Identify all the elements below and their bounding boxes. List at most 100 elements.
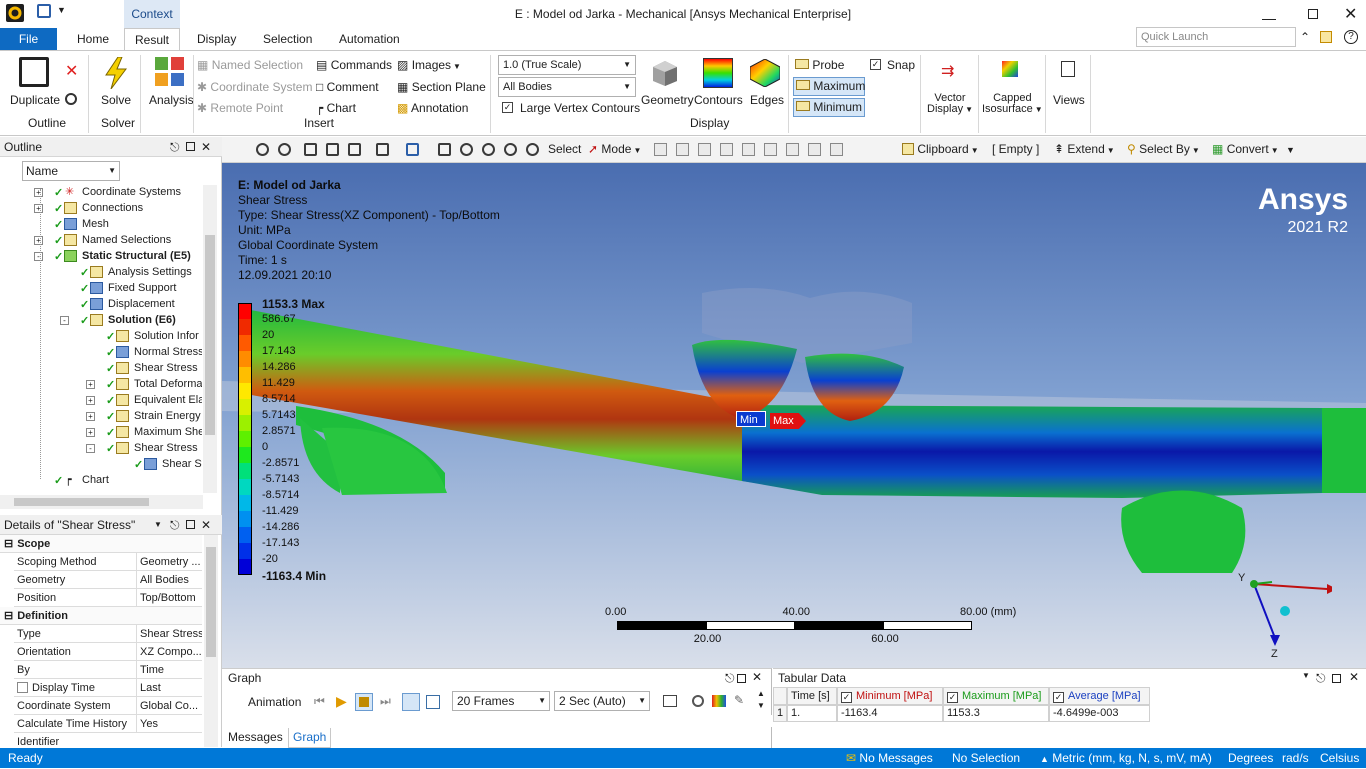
box-zoom-2-icon[interactable] (482, 143, 495, 156)
scale-select[interactable]: 1.0 (True Scale) ▼ (498, 55, 636, 75)
zoom-in-icon[interactable] (256, 143, 269, 156)
tab-result[interactable]: Result (124, 28, 180, 50)
status-angle[interactable]: Degrees (1228, 748, 1273, 768)
images-button[interactable]: ▨ Images ▼ (397, 58, 461, 72)
chart-button[interactable]: ┍ Chart (316, 101, 356, 115)
display-time-checkbox[interactable] (17, 682, 28, 693)
details-row[interactable]: By Time (14, 661, 202, 679)
details-row[interactable]: Coordinate System Global Co... (14, 697, 202, 715)
analysis-button[interactable]: Analysis (149, 93, 194, 107)
selection-filter-icon[interactable] (654, 143, 667, 156)
delete-icon[interactable]: ✕ (65, 61, 78, 81)
tree-item-label[interactable]: Shear Stress (134, 360, 202, 376)
tree-item-label[interactable]: Analysis Settings (108, 264, 202, 280)
details-maximize-icon[interactable] (186, 520, 195, 529)
tree-item-label[interactable]: Static Structural (E5) (82, 248, 202, 264)
details-row[interactable]: Calculate Time History Yes (14, 715, 202, 733)
tabular-cell[interactable]: -4.6499e-003 (1049, 705, 1150, 722)
zoom-graph-icon[interactable] (692, 695, 704, 707)
maximum-button[interactable]: Maximum (793, 77, 865, 96)
tab-file[interactable]: File (0, 28, 57, 50)
contours-icon[interactable] (703, 58, 733, 88)
definition-section[interactable]: ⊟ Definition (0, 607, 202, 625)
graph-scroll-down-icon[interactable]: ▼ (757, 701, 765, 710)
annotation-button[interactable]: ▩ Annotation (397, 101, 468, 115)
tree-item-label[interactable]: Solution (E6) (108, 312, 202, 328)
mode-button[interactable]: ➚ Mode ▼ (588, 138, 641, 160)
tree-expander-icon[interactable]: + (86, 380, 95, 389)
minimum-button[interactable]: Minimum (793, 98, 865, 117)
geometry-button[interactable]: Geometry (641, 93, 694, 107)
tree-item-label[interactable]: Named Selections (82, 232, 202, 248)
zoom-icon[interactable] (460, 143, 473, 156)
triad[interactable] (1232, 568, 1337, 658)
tabular-header-cell[interactable]: ✓ Maximum [MPa] (943, 687, 1049, 705)
status-rot[interactable]: rad/s (1282, 748, 1309, 768)
views-icon[interactable] (1061, 61, 1075, 77)
scope-section[interactable]: ⊟ Scope (0, 535, 202, 553)
tab-graph[interactable]: Graph (288, 728, 332, 748)
views-button[interactable]: Views (1053, 93, 1085, 107)
distributed-frames-button[interactable] (402, 693, 420, 711)
selection-filter-icon[interactable] (830, 143, 843, 156)
tab-messages[interactable]: Messages (228, 730, 283, 744)
tree-item-label[interactable]: Connections (82, 200, 202, 216)
solve-icon[interactable] (104, 56, 128, 90)
select-body-icon[interactable] (348, 143, 361, 156)
tree-expander-icon[interactable]: - (60, 316, 69, 325)
collapse-ribbon-icon[interactable]: ⌃ (1300, 30, 1310, 44)
selection-filter-icon[interactable] (764, 143, 777, 156)
tabular-header-cell[interactable]: ✓ Average [MPa] (1049, 687, 1150, 705)
graphics-viewport[interactable]: E: Model od Jarka Shear Stress Type: She… (222, 163, 1366, 668)
graph-pin-icon[interactable]: ⎋ (725, 671, 735, 686)
tree-expander-icon[interactable]: + (86, 428, 95, 437)
details-pin-icon[interactable]: ⎋ (170, 515, 180, 535)
commands-button[interactable]: ▤ Commands (316, 58, 392, 72)
tree-item-label[interactable]: Shear St (162, 456, 202, 472)
duration-select[interactable]: 2 Sec (Auto) ▼ (554, 691, 650, 711)
column-checkbox[interactable]: ✓ (841, 692, 852, 703)
graph-close-icon[interactable]: ✕ (752, 670, 762, 684)
tree-item-label[interactable]: Fixed Support (108, 280, 202, 296)
tabular-cell[interactable]: -1163.4 (837, 705, 943, 722)
status-units[interactable]: ▲ Metric (mm, kg, N, s, mV, mA) (1040, 748, 1212, 769)
convert-button[interactable]: ▦ Convert ▼ (1212, 138, 1279, 160)
feedback-icon[interactable] (1320, 31, 1332, 43)
close-panel-icon[interactable]: ✕ (201, 137, 211, 157)
tree-item-label[interactable]: Mesh (82, 216, 202, 232)
geometry-icon[interactable] (651, 59, 679, 87)
details-row[interactable]: Orientation XZ Compo... (14, 643, 202, 661)
capped-isosurface-button[interactable]: Capped Isosurface ▼ (982, 93, 1043, 115)
named-selection-button[interactable]: ▦ Named Selection (197, 58, 303, 72)
view-box-icon[interactable] (326, 143, 339, 156)
tree-item-label[interactable]: Maximum She (134, 424, 202, 440)
duplicate-button[interactable]: Duplicate (10, 93, 60, 107)
tree-item-label[interactable]: Coordinate Systems (82, 184, 202, 200)
selection-filter-icon[interactable] (742, 143, 755, 156)
chart-colors-icon[interactable] (712, 695, 726, 707)
selection-filter-icon[interactable] (720, 143, 733, 156)
tabular-maximize-icon[interactable] (1332, 674, 1341, 683)
details-row[interactable]: Scoping Method Geometry ... (14, 553, 202, 571)
select-button[interactable]: Select (548, 138, 581, 160)
minimize-button[interactable] (1262, 6, 1276, 20)
clipboard-button[interactable]: Clipboard ▼ (902, 138, 979, 160)
export-video-icon[interactable] (663, 695, 677, 707)
tree-expander-icon[interactable]: - (34, 252, 43, 261)
status-messages[interactable]: ✉ No Messages (846, 748, 933, 768)
last-frame-icon[interactable]: ⏭ (380, 694, 391, 709)
iso-view-icon[interactable] (304, 143, 317, 156)
details-scrollbar[interactable] (204, 535, 218, 747)
restore-button[interactable] (1308, 9, 1318, 19)
details-row[interactable]: Geometry All Bodies (14, 571, 202, 589)
tree-item-label[interactable]: Solution Infor (134, 328, 202, 344)
tree-item-label[interactable]: Chart (82, 472, 202, 488)
toolbar-overflow-icon[interactable]: ▼ (1286, 139, 1295, 161)
play-icon[interactable]: ▶ (336, 693, 347, 710)
solve-button[interactable]: Solve (101, 93, 131, 107)
details-row[interactable]: Display Time Last (14, 679, 202, 697)
tabular-header-cell[interactable]: ✓ Minimum [MPa] (837, 687, 943, 705)
tabular-dropdown-icon[interactable]: ▼ (1302, 671, 1310, 680)
help-icon[interactable]: ? (1344, 30, 1358, 44)
pan-icon[interactable] (438, 143, 451, 156)
